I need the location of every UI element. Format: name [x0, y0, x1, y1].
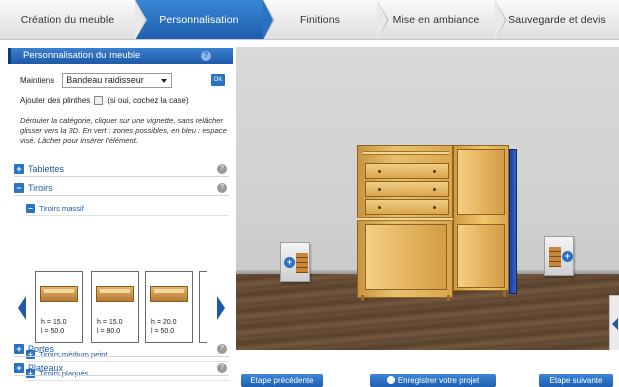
accordion-tablettes-label: Tablettes	[28, 163, 65, 174]
instructions-text: Dérouler la catégorie, cliquer sur une v…	[20, 116, 227, 145]
carousel-prev-arrow-icon[interactable]	[18, 296, 26, 320]
step-personnalisation-label: Personnalisation	[159, 13, 239, 26]
add-element-tile-left[interactable]: +	[280, 242, 310, 282]
maintiens-select-value: Bandeau raidisseur	[66, 75, 144, 85]
thumbnail-length: l = 50.0	[41, 328, 65, 335]
3d-viewport[interactable]: + +	[236, 47, 619, 350]
step-mise-en-ambiance[interactable]: Mise en ambiance	[377, 0, 507, 40]
plus-icon: +	[284, 257, 295, 268]
cabinet-door-left[interactable]	[365, 224, 447, 290]
step-sauvegarde-label: Sauvegarde et devis	[508, 13, 606, 26]
expand-icon: +	[14, 163, 24, 174]
drawer-image	[150, 286, 188, 302]
drawer-image	[96, 286, 134, 302]
accordion-plateaux-label: Plateaux	[28, 362, 64, 373]
plinthes-hint: (si oui, cochez la case)	[107, 96, 189, 105]
ok-button[interactable]: OK	[211, 74, 225, 86]
step-finitions[interactable]: Finitions	[263, 0, 389, 40]
drawer[interactable]	[365, 163, 449, 179]
step-mise-en-ambiance-label: Mise en ambiance	[392, 13, 480, 26]
next-step-button[interactable]: Etape suivante	[539, 374, 613, 387]
expand-icon: +	[14, 343, 24, 354]
furniture-model[interactable]	[357, 145, 517, 301]
panel-title-text: Personnalisation du meuble	[23, 50, 141, 61]
collapse-icon: −	[26, 203, 35, 213]
save-project-label: Enregistrer votre projet	[397, 376, 480, 385]
help-icon[interactable]: ?	[217, 183, 227, 193]
drawers-icon	[296, 253, 308, 273]
furniture-leg	[503, 291, 506, 297]
plinthes-label: Ajouter des plinthes	[20, 96, 91, 105]
previous-step-button[interactable]: Etape précédente	[241, 374, 323, 387]
top-shelf	[363, 151, 449, 155]
carousel-next-arrow-icon[interactable]	[217, 296, 225, 320]
help-icon[interactable]: ?	[201, 51, 211, 61]
accordion-portes-label: Portes	[28, 343, 55, 354]
plinthes-row: Ajouter des plinthes (si oui, cochez la …	[20, 96, 189, 105]
app-root: Création du meuble Personnalisation Fini…	[0, 0, 619, 387]
plinthes-checkbox[interactable]	[94, 96, 104, 105]
accordion-tiroirs-massif-label: Tiroirs massif	[39, 203, 84, 213]
drawer[interactable]	[365, 181, 449, 197]
step-personnalisation[interactable]: Personnalisation	[135, 0, 275, 40]
add-element-tile-right[interactable]: +	[544, 236, 574, 276]
side-drawer-tab[interactable]	[609, 295, 619, 350]
thumbnail-height: h = 20.0	[151, 319, 177, 326]
maintiens-label: Maintiens	[20, 76, 55, 85]
drawer-thumbnail[interactable]: h = 20.0 l = 50.0	[145, 271, 193, 343]
help-icon[interactable]: ?	[217, 363, 227, 373]
step-sauvegarde[interactable]: Sauvegarde et devis	[495, 0, 619, 39]
collapse-icon: −	[14, 182, 24, 193]
thumbnail-height: h = 15.0	[97, 319, 123, 326]
accordion-tablettes[interactable]: + Tablettes ?	[14, 161, 229, 177]
help-icon[interactable]: ?	[217, 344, 227, 354]
expand-icon: +	[14, 362, 24, 373]
drawer[interactable]	[365, 199, 449, 215]
maintiens-select[interactable]: Bandeau raidisseur	[62, 73, 173, 88]
cabinet-door-upper-right[interactable]	[457, 149, 505, 215]
accordion-tiroirs-massif[interactable]: − Tiroirs massif	[26, 201, 229, 216]
accordion-tiroirs-label: Tiroirs	[28, 182, 53, 193]
cabinet-door-lower-right[interactable]	[457, 224, 505, 288]
save-project-button[interactable]: Enregistrer votre projet	[370, 374, 496, 387]
thumbnail-length: l = 80.0	[97, 328, 121, 335]
step-finitions-label: Finitions	[300, 13, 340, 26]
accordion-tiroirs[interactable]: − Tiroirs ?	[14, 180, 229, 196]
drawer-thumbnail[interactable]: h = 15.0 l = 50.0	[35, 271, 83, 343]
panel-title: Personnalisation du meuble ?	[8, 48, 233, 64]
drawer-thumbnail[interactable]: h = 15.0 l = 80.0	[91, 271, 139, 343]
maintiens-row: Maintiens Bandeau raidisseur	[20, 73, 173, 88]
thumbnail-length: l = 50.0	[151, 328, 175, 335]
drawer-image	[40, 286, 78, 302]
accordion-plateaux[interactable]: + Plateaux ?	[14, 360, 229, 376]
thumbnail-height: h = 15.0	[41, 319, 67, 326]
step-creation[interactable]: Création du meuble	[0, 0, 147, 40]
accordion-portes[interactable]: + Portes ?	[14, 341, 229, 357]
furniture-leg	[361, 295, 364, 301]
blue-side-panel	[509, 149, 517, 294]
save-icon	[386, 376, 395, 384]
left-panel: Personnalisation du meuble ? Maintiens B…	[8, 48, 233, 387]
drawers-icon	[549, 247, 561, 267]
thumbnail-carousel: h = 15.0 l = 50.0 h = 15.0 l = 80.0 h = …	[16, 271, 233, 346]
step-bar: Création du meuble Personnalisation Fini…	[0, 0, 619, 40]
step-creation-label: Création du meuble	[20, 13, 115, 26]
drawer-thumbnail-partial[interactable]	[199, 271, 207, 343]
help-icon[interactable]: ?	[217, 164, 227, 174]
chevron-left-icon	[612, 318, 618, 330]
plus-icon: +	[562, 251, 573, 262]
furniture-leg	[447, 295, 450, 301]
chevron-down-icon	[161, 79, 168, 83]
